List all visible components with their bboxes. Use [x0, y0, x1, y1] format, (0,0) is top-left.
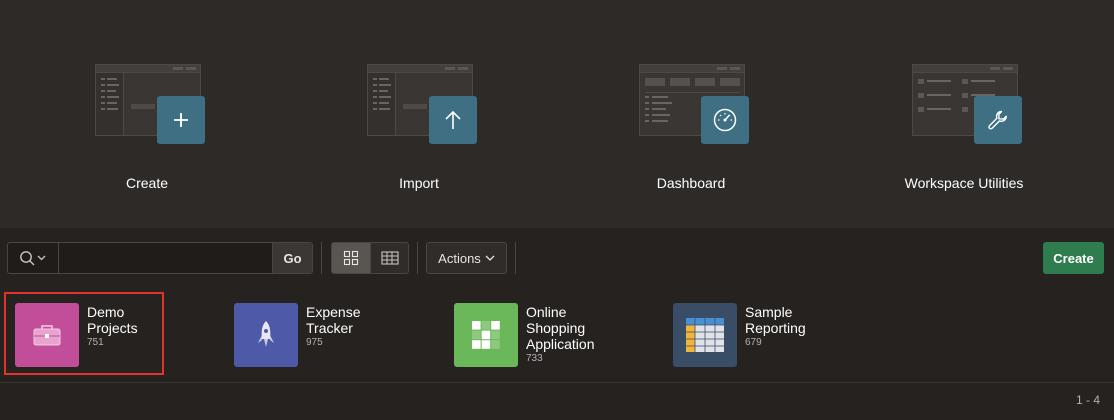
pagination-range: 1 - 4	[1075, 393, 1100, 407]
search-group: Go	[7, 242, 313, 274]
footer: 1 - 4	[0, 383, 1114, 420]
toolbar: Go Actions Create	[0, 228, 1114, 286]
table-view-icon	[380, 251, 399, 265]
app-cards: Demo Projects 751 Expense Tracker 975 On…	[0, 286, 1114, 382]
rocket-icon	[258, 321, 274, 347]
actions-menu-button[interactable]: Actions	[426, 242, 507, 274]
search-column-button[interactable]	[8, 243, 59, 273]
grid-view-icon	[343, 250, 359, 266]
search-icon	[20, 251, 46, 266]
selection-highlight	[4, 292, 164, 375]
app-card-online-shopping[interactable]: Online Shopping Application 733	[454, 303, 654, 367]
utilities-tile	[974, 96, 1022, 144]
launcher-import[interactable]: Import	[319, 0, 519, 228]
create-tile	[157, 96, 205, 144]
grid-icon	[472, 321, 500, 349]
speedometer-icon	[713, 108, 737, 132]
plus-icon	[174, 113, 188, 127]
toolbar-divider	[321, 242, 322, 274]
launcher-create[interactable]: Create	[47, 0, 247, 228]
app-name: Expense Tracker	[306, 304, 361, 336]
app-id: 975	[306, 337, 323, 348]
report-view-button[interactable]	[370, 243, 408, 273]
launcher-row: Create Import Dashboard Workspace Utilit…	[0, 0, 1114, 228]
view-toggle	[331, 242, 409, 274]
app-id: 679	[745, 337, 762, 348]
icon-view-button[interactable]	[332, 243, 370, 273]
wrench-icon	[988, 110, 1007, 130]
spreadsheet-icon	[686, 318, 724, 352]
app-name: Sample Reporting	[745, 304, 806, 336]
launcher-label: Create	[125, 175, 169, 191]
app-card-sample-reporting[interactable]: Sample Reporting 679	[673, 303, 873, 367]
toolbar-divider	[515, 242, 516, 274]
actions-label: Actions	[438, 250, 481, 266]
app-card-expense-tracker[interactable]: Expense Tracker 975	[234, 303, 434, 367]
launcher-label: Dashboard	[656, 175, 726, 191]
search-input[interactable]	[59, 243, 272, 273]
upload-arrow-icon	[445, 110, 461, 129]
launcher-label: Workspace Utilities	[904, 175, 1024, 191]
import-tile	[429, 96, 477, 144]
toolbar-divider	[417, 242, 418, 274]
app-icon	[454, 303, 518, 367]
launcher-dashboard[interactable]: Dashboard	[591, 0, 791, 228]
launcher-workspace-utilities[interactable]: Workspace Utilities	[864, 0, 1064, 228]
launcher-label: Import	[399, 175, 439, 191]
app-id: 733	[526, 353, 543, 364]
create-button[interactable]: Create	[1043, 242, 1104, 274]
chevron-down-icon	[37, 255, 46, 261]
chevron-down-icon	[485, 255, 495, 261]
app-name: Online Shopping Application	[526, 304, 595, 352]
app-icon	[673, 303, 737, 367]
go-button[interactable]: Go	[272, 243, 312, 273]
dashboard-tile	[701, 96, 749, 144]
app-icon	[234, 303, 298, 367]
